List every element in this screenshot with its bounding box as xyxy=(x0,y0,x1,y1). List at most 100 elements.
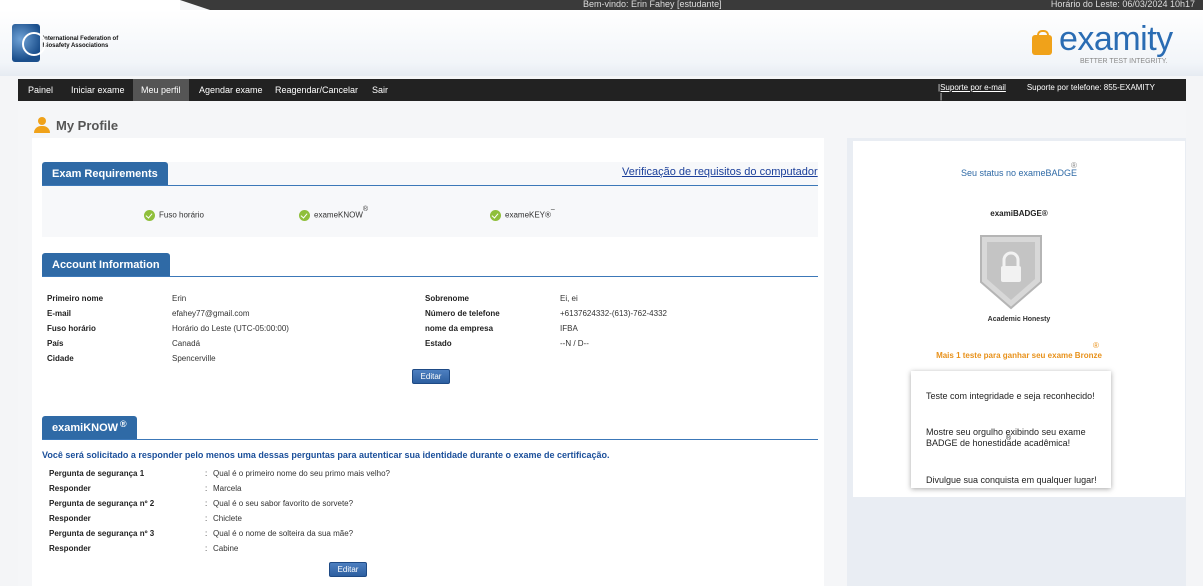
profile-content: Exam Requirements Verificação de requisi… xyxy=(32,138,824,586)
nav-item-iniciar-exame[interactable]: Iniciar exame xyxy=(63,79,133,101)
globe-icon xyxy=(12,23,46,62)
requirement-examkey-label: exameKEY® xyxy=(505,210,551,220)
account-value-state: --N / D-- xyxy=(560,339,589,348)
registered-mark: ® xyxy=(1006,435,1012,442)
examiknow-section: examiKNOW ® Você será solicitado a respon… xyxy=(42,416,818,586)
welcome-text: Bem-vindo: Erin Fahey [estudante] xyxy=(583,0,722,9)
tip-line-1: Teste com integridade e seja reconhecido… xyxy=(926,391,1095,401)
divider xyxy=(42,185,818,186)
account-label-last-name: Sobrenome xyxy=(425,294,470,303)
separator: : xyxy=(205,544,208,553)
account-value-timezone: Horário do Leste (UTC-05:00:00) xyxy=(172,324,289,333)
question-1-label: Pergunta de segurança 1 xyxy=(49,469,145,478)
tab-examiknow: examiKNOW ® xyxy=(42,416,137,440)
registered-mark: ® xyxy=(1093,341,1099,350)
tab-exam-requirements: Exam Requirements xyxy=(42,162,168,186)
exam-requirements-section: Exam Requirements Verificação de requisi… xyxy=(42,162,818,237)
page-title-row: My Profile xyxy=(34,115,118,135)
ifba-logo[interactable]: International Federation of Biosafety As… xyxy=(12,20,132,65)
dash-mark: – xyxy=(550,205,555,213)
account-value-phone: +6137624332-(613)-762-4332 xyxy=(560,309,667,318)
nav-item-meu-perfil[interactable]: Meu perfil xyxy=(133,79,189,101)
tip-line-3: Divulgue sua conquista em qualquer lugar… xyxy=(926,475,1097,485)
top-strip: Bem-vindo: Erin Fahey [estudante] Horári… xyxy=(0,0,1203,10)
requirement-examkey: exameKEY®– xyxy=(490,206,555,221)
page-body: My Profile Exam Requirements Verificação… xyxy=(18,101,1186,586)
examibadge-title: examiBADGE® xyxy=(990,209,1048,218)
answer-1-value: Marcela xyxy=(213,484,242,493)
answer-2-label: Responder xyxy=(49,514,91,523)
exambadge-panel: ® Seu status no exameBADGE examiBADGE® A… xyxy=(853,141,1185,497)
support-phone-text: Suporte por telefone: 855-EXAMITY xyxy=(1026,83,1155,92)
lock-icon xyxy=(1032,30,1052,55)
nav-item-sair[interactable]: Sair xyxy=(364,79,396,101)
account-label-first-name: Primeiro nome xyxy=(47,294,104,303)
registered-mark: ® xyxy=(362,205,369,213)
academic-honesty-shield-icon xyxy=(980,235,1042,310)
user-profile-icon xyxy=(34,117,50,133)
examity-brand-name: examity xyxy=(1059,20,1173,58)
answer-2-value: Chiclete xyxy=(213,514,242,523)
account-value-city: Spencerville xyxy=(172,354,216,363)
bronze-progress-text: Mais 1 teste para ganhar seu exame Bronz… xyxy=(936,351,1102,360)
support-pipe: | xyxy=(940,92,943,101)
nav-item-agendar-exame[interactable]: Agendar exame xyxy=(191,79,271,101)
divider xyxy=(42,276,818,277)
question-3-label: Pergunta de segurança nº 3 xyxy=(49,529,155,538)
page-title: My Profile xyxy=(56,117,119,133)
edit-account-button[interactable]: Editar xyxy=(412,369,450,384)
answer-3-label: Responder xyxy=(49,544,91,553)
separator: : xyxy=(205,469,208,478)
academic-honesty-caption: Academic Honesty xyxy=(987,316,1051,323)
account-label-phone: Número de telefone xyxy=(425,309,500,318)
requirement-timezone-label: Fuso horário xyxy=(159,210,204,220)
account-label-city: Cidade xyxy=(47,354,74,363)
main-nav: Painel Iniciar exame Meu perfil Agendar … xyxy=(18,79,1186,101)
separator: : xyxy=(205,484,208,493)
nav-item-reagendar-cancelar[interactable]: Reagendar/Cancelar xyxy=(267,79,366,101)
check-icon xyxy=(144,210,155,221)
requirement-examknow-label: exameKNOW xyxy=(314,210,363,220)
question-1-text: Qual é o primeiro nome do seu primo mais… xyxy=(213,469,390,478)
top-strip-left xyxy=(0,0,180,10)
separator: : xyxy=(205,514,208,523)
tip-line-2: Mostre seu orgulho exibindo seu exame BA… xyxy=(926,427,1086,448)
account-label-timezone: Fuso horário xyxy=(47,324,96,333)
computer-requirements-link[interactable]: Verificação de requisitos do computador xyxy=(622,166,818,178)
edit-examiknow-button[interactable]: Editar xyxy=(329,562,367,577)
examiknow-tab-label: examiKNOW xyxy=(52,422,119,434)
registered-mark: ® xyxy=(120,419,127,429)
separator: : xyxy=(205,499,208,508)
separator: : xyxy=(205,529,208,538)
account-label-email: E-mail xyxy=(47,309,72,318)
account-label-state: Estado xyxy=(425,339,452,348)
requirement-examknow: exameKNOW® xyxy=(299,206,368,221)
header: International Federation of Biosafety As… xyxy=(0,10,1203,76)
account-value-country: Canadá xyxy=(172,339,201,348)
account-label-country: País xyxy=(47,339,64,348)
question-2-text: Qual é o seu sabor favorito de sorvete? xyxy=(213,499,354,508)
badge-tip-card: Teste com integridade e seja reconhecido… xyxy=(911,371,1111,488)
account-information-section: Account Information Primeiro nome Erin E… xyxy=(42,253,818,398)
question-3-text: Qual é o nome de solteira da sua mãe? xyxy=(213,529,354,538)
support-email-link[interactable]: |Suporte por e-mail xyxy=(938,83,1006,92)
account-value-company: IFBA xyxy=(560,324,578,333)
exambadge-status-title: Seu status no exameBADGE xyxy=(960,168,1078,178)
check-icon xyxy=(490,210,501,221)
examiknow-intro: Você será solicitado a responder pelo me… xyxy=(42,450,610,460)
ifba-logo-text: International Federation of Biosafety As… xyxy=(42,35,119,49)
requirement-timezone: Fuso horário xyxy=(144,210,204,221)
examity-tagline: BETTER TEST INTEGRITY. xyxy=(1080,58,1168,65)
question-2-label: Pergunta de segurança nº 2 xyxy=(49,499,155,508)
account-value-email: efahey77@gmail.com xyxy=(172,309,250,318)
answer-1-label: Responder xyxy=(49,484,91,493)
check-icon xyxy=(299,210,310,221)
divider xyxy=(42,439,818,440)
account-label-company: nome da empresa xyxy=(425,324,494,333)
nav-item-painel[interactable]: Painel xyxy=(20,79,61,101)
clock-text: Horário do Leste: 06/03/2024 10h17 xyxy=(1050,0,1195,9)
support-links: |Suporte por e-mail Suporte por telefone:… xyxy=(938,83,1176,101)
examity-logo[interactable]: examity BETTER TEST INTEGRITY. xyxy=(1032,20,1192,70)
tab-account-information: Account Information xyxy=(42,253,170,277)
account-value-first-name: Erin xyxy=(172,294,187,303)
